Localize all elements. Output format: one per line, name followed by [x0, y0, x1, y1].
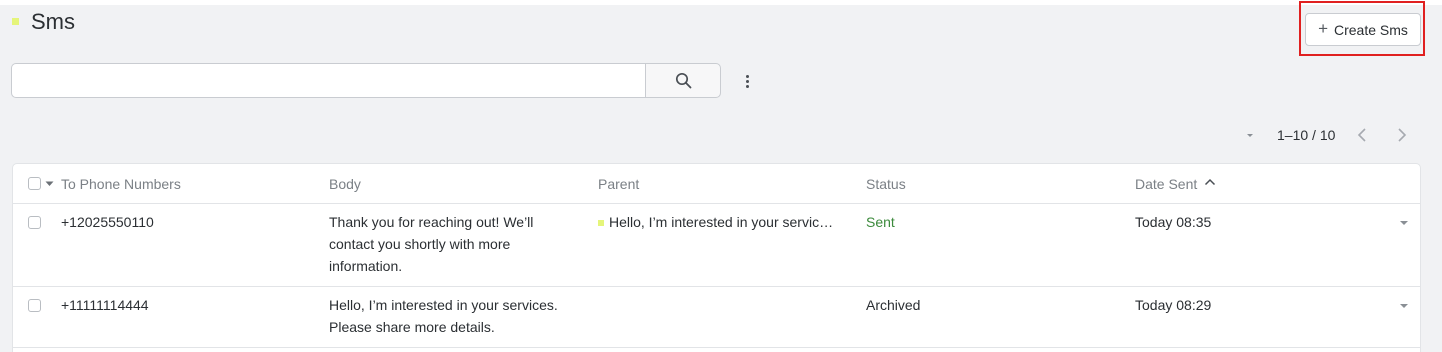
column-header-status[interactable]: Status: [866, 176, 906, 192]
dot: [745, 79, 749, 83]
row-body-line: information.: [329, 258, 403, 274]
caret-down-icon[interactable]: [1244, 131, 1256, 139]
title-color-marker: [12, 18, 19, 25]
table-header: To Phone Numbers Body Parent Status Date…: [13, 164, 1420, 204]
table-row[interactable]: +12025550110 Thank you for reaching out!…: [13, 203, 1420, 287]
vertical-dots-icon: [745, 74, 749, 78]
sort-ascending-icon: [1204, 178, 1216, 186]
chevron-right-icon[interactable]: [1394, 125, 1410, 145]
parent-color-marker: [598, 220, 604, 226]
column-header-to-phone-numbers[interactable]: To Phone Numbers: [61, 176, 181, 192]
caret-down-icon[interactable]: [1399, 303, 1409, 309]
row-checkbox[interactable]: [28, 299, 41, 312]
row-to-phone[interactable]: +12025550110: [61, 211, 154, 233]
row-body: Thank you for reaching out! We’ll contac…: [329, 211, 589, 277]
row-body: Hello, I’m interested in your services. …: [329, 294, 589, 338]
top-strip: [0, 0, 1442, 5]
create-sms-button[interactable]: + Create Sms: [1305, 13, 1421, 46]
row-to-phone[interactable]: +11111114444: [61, 294, 149, 316]
table-row[interactable]: +11111114444 Hello, I’m interested in yo…: [13, 286, 1420, 348]
row-body-line: Hello, I’m interested in your services.: [329, 297, 558, 313]
pagination-range: 1–10 / 10: [1277, 127, 1336, 143]
more-options-button[interactable]: [737, 70, 757, 92]
select-all-checkbox[interactable]: [28, 177, 41, 190]
row-body-line: Thank you for reaching out! We’ll: [329, 214, 534, 230]
caret-down-icon[interactable]: [45, 181, 54, 187]
row-date-sent: Today 08:35: [1135, 214, 1212, 230]
search-icon: [675, 72, 691, 89]
row-checkbox[interactable]: [28, 216, 41, 229]
chevron-left-icon[interactable]: [1354, 125, 1370, 145]
caret-down-icon[interactable]: [1399, 220, 1409, 226]
row-body-line: contact you shortly with more: [329, 236, 511, 252]
dot: [745, 84, 749, 88]
search-button[interactable]: [645, 63, 721, 98]
sms-list-page: Sms + Create Sms 1–10 / 10 To Phone Numb…: [0, 0, 1442, 352]
row-date-sent: Today 08:29: [1135, 297, 1212, 313]
sms-table: To Phone Numbers Body Parent Status Date…: [12, 163, 1421, 352]
column-header-body[interactable]: Body: [329, 176, 361, 192]
row-status: Sent: [866, 214, 895, 230]
search-input[interactable]: [11, 63, 646, 98]
create-sms-label: Create Sms: [1334, 21, 1408, 38]
column-header-parent[interactable]: Parent: [598, 176, 639, 192]
page-title: Sms: [31, 9, 75, 34]
row-status: Archived: [866, 297, 921, 313]
row-body-line: Please share more details.: [329, 319, 495, 335]
column-header-date-sent[interactable]: Date Sent: [1135, 176, 1197, 192]
plus-icon: +: [1318, 19, 1328, 38]
row-parent-link[interactable]: Hello, I’m interested in your servic…: [609, 211, 833, 233]
